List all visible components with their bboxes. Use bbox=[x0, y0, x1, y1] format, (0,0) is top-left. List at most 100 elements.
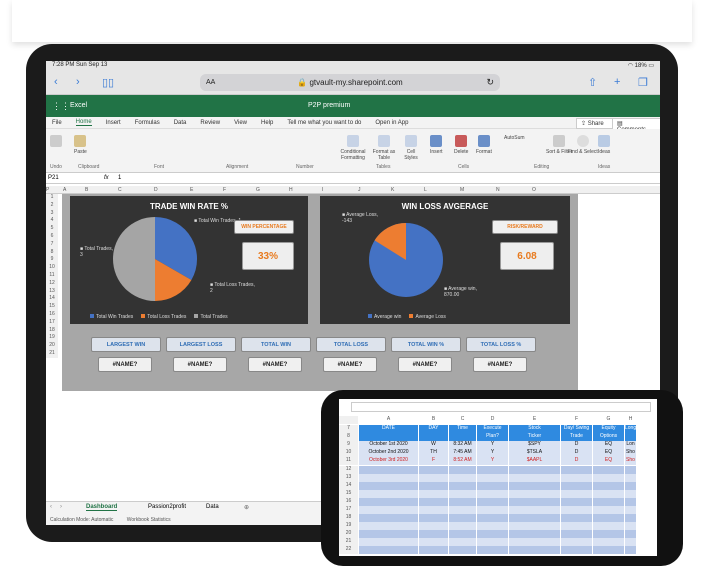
cell[interactable] bbox=[359, 546, 419, 554]
cell[interactable] bbox=[561, 466, 593, 474]
column-header[interactable]: D bbox=[154, 187, 158, 193]
cell[interactable] bbox=[625, 482, 637, 490]
back-icon[interactable]: ‹ bbox=[54, 76, 58, 88]
cell[interactable] bbox=[625, 466, 637, 474]
cell[interactable] bbox=[593, 530, 625, 538]
cell[interactable] bbox=[419, 514, 449, 522]
cell[interactable] bbox=[477, 466, 509, 474]
cell[interactable]: 13 bbox=[339, 474, 359, 482]
cell[interactable] bbox=[359, 538, 419, 546]
cell[interactable]: $TSLA bbox=[509, 449, 561, 457]
cell[interactable]: 7:45 AM bbox=[449, 449, 477, 457]
address-bar[interactable]: AA 🔒 gtvault-my.sharepoint.com ↻ bbox=[200, 74, 500, 91]
cell[interactable] bbox=[449, 433, 477, 441]
column-header[interactable]: M bbox=[460, 187, 464, 193]
total-loss-pct-button[interactable]: TOTAL LOSS % bbox=[466, 337, 536, 352]
format-cells-button[interactable]: Format bbox=[476, 135, 492, 155]
cell[interactable]: Trade bbox=[561, 433, 593, 441]
cell[interactable]: 10 bbox=[339, 449, 359, 457]
row-header[interactable]: 17 bbox=[46, 319, 58, 327]
cell[interactable] bbox=[625, 506, 637, 514]
document-title[interactable]: P2P premium bbox=[308, 102, 350, 109]
cell[interactable]: TH bbox=[419, 449, 449, 457]
cell[interactable]: A bbox=[359, 416, 419, 424]
row-header[interactable]: 3 bbox=[46, 210, 58, 218]
cell[interactable]: Sho bbox=[625, 457, 637, 465]
cell[interactable] bbox=[477, 506, 509, 514]
workbook-stats[interactable]: Workbook Statistics bbox=[127, 517, 171, 523]
cell[interactable] bbox=[509, 522, 561, 530]
cell[interactable]: October 1st 2020 bbox=[359, 441, 419, 449]
cell[interactable]: DATE bbox=[359, 425, 419, 433]
cell[interactable]: B bbox=[419, 416, 449, 424]
forward-icon[interactable]: › bbox=[76, 76, 80, 88]
cell[interactable] bbox=[509, 538, 561, 546]
cell[interactable] bbox=[419, 530, 449, 538]
total-win-button[interactable]: TOTAL WIN bbox=[241, 337, 311, 352]
name-box[interactable]: P21 bbox=[48, 175, 59, 181]
cell[interactable] bbox=[593, 546, 625, 554]
row-header[interactable]: 6 bbox=[46, 233, 58, 241]
cell[interactable] bbox=[477, 482, 509, 490]
cell[interactable]: 12 bbox=[339, 466, 359, 474]
cell[interactable] bbox=[419, 506, 449, 514]
column-header[interactable]: G bbox=[256, 187, 260, 193]
cell[interactable] bbox=[449, 474, 477, 482]
cell[interactable]: 14 bbox=[339, 482, 359, 490]
cell[interactable] bbox=[509, 490, 561, 498]
cell[interactable] bbox=[419, 482, 449, 490]
cell[interactable] bbox=[477, 514, 509, 522]
tab-data[interactable]: Data bbox=[206, 504, 219, 510]
cell[interactable]: Y bbox=[477, 449, 509, 457]
column-header[interactable]: C bbox=[118, 187, 122, 193]
cell[interactable] bbox=[449, 538, 477, 546]
cell[interactable]: D bbox=[561, 441, 593, 449]
cell[interactable]: 20 bbox=[339, 530, 359, 538]
cell[interactable] bbox=[359, 433, 419, 441]
column-header[interactable]: A bbox=[63, 187, 66, 193]
cell[interactable] bbox=[509, 482, 561, 490]
cell[interactable]: F bbox=[561, 416, 593, 424]
cell[interactable] bbox=[449, 506, 477, 514]
cell[interactable]: Day/ Swing bbox=[561, 425, 593, 433]
cell[interactable] bbox=[625, 474, 637, 482]
cell[interactable]: 19 bbox=[339, 522, 359, 530]
cell[interactable] bbox=[477, 530, 509, 538]
cell[interactable] bbox=[625, 522, 637, 530]
column-header[interactable]: P bbox=[46, 187, 49, 193]
cell[interactable] bbox=[419, 433, 449, 441]
cell[interactable] bbox=[419, 546, 449, 554]
cell[interactable] bbox=[625, 433, 637, 441]
undo-icon[interactable] bbox=[50, 135, 62, 149]
cell[interactable]: 15 bbox=[339, 490, 359, 498]
cell[interactable] bbox=[561, 474, 593, 482]
column-header[interactable]: N bbox=[496, 187, 500, 193]
column-header[interactable]: I bbox=[322, 187, 323, 193]
menu-insert[interactable]: Insert bbox=[106, 120, 121, 126]
cell[interactable]: 17 bbox=[339, 506, 359, 514]
row-header[interactable]: 15 bbox=[46, 303, 58, 311]
row-header[interactable]: 21 bbox=[46, 350, 58, 358]
largest-win-button[interactable]: LARGEST WIN bbox=[91, 337, 161, 352]
column-header[interactable]: K bbox=[391, 187, 394, 193]
row-header[interactable]: 10 bbox=[46, 264, 58, 272]
cell[interactable] bbox=[593, 538, 625, 546]
row-header[interactable]: 18 bbox=[46, 327, 58, 335]
share-icon[interactable]: ⇧ bbox=[588, 76, 597, 89]
cell[interactable] bbox=[477, 546, 509, 554]
menu-review[interactable]: Review bbox=[200, 120, 220, 126]
cell[interactable] bbox=[419, 538, 449, 546]
add-sheet-icon[interactable]: ⊕ bbox=[244, 504, 249, 511]
cell[interactable] bbox=[449, 490, 477, 498]
cell[interactable] bbox=[477, 474, 509, 482]
menu-data[interactable]: Data bbox=[174, 120, 187, 126]
row-header[interactable]: 5 bbox=[46, 225, 58, 233]
cell[interactable] bbox=[359, 482, 419, 490]
cell[interactable] bbox=[359, 474, 419, 482]
row-header[interactable]: 4 bbox=[46, 217, 58, 225]
menu-file[interactable]: File bbox=[52, 120, 62, 126]
cell[interactable] bbox=[509, 498, 561, 506]
find-select-button[interactable]: Find & Select bbox=[568, 135, 598, 155]
cell[interactable] bbox=[359, 514, 419, 522]
menu-formulas[interactable]: Formulas bbox=[135, 120, 160, 126]
